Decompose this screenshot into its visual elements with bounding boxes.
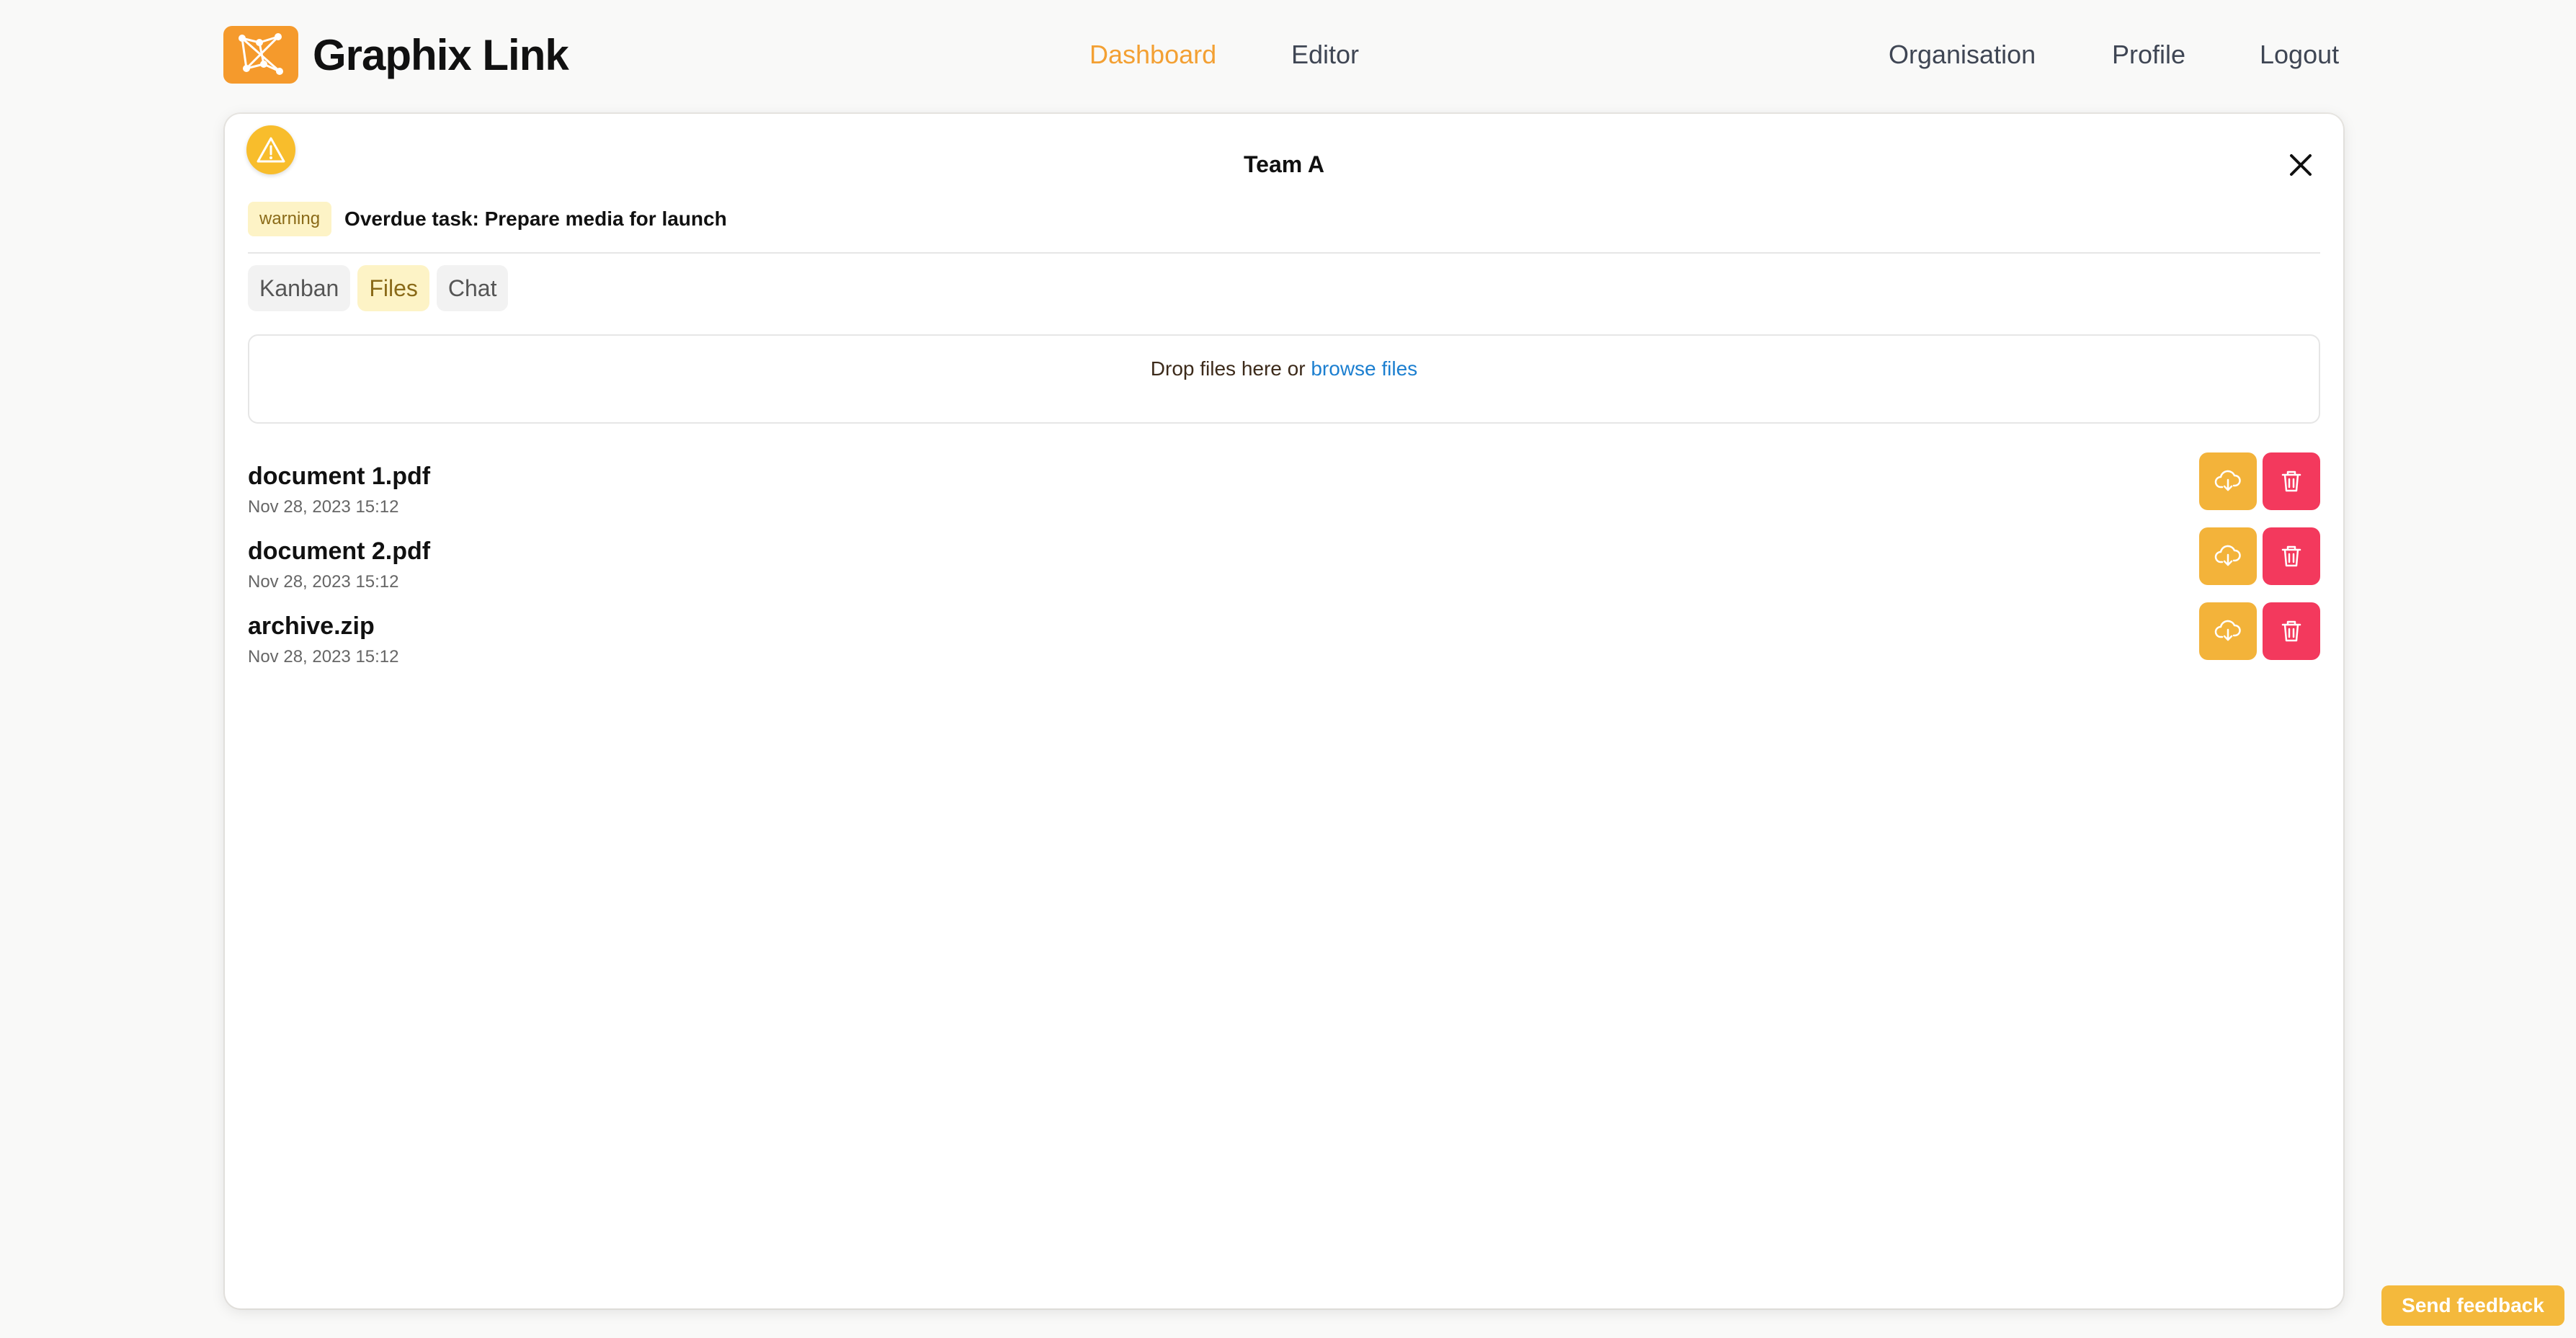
- browse-files-link[interactable]: browse files: [1311, 357, 1417, 380]
- file-date: Nov 28, 2023 15:12: [248, 647, 399, 666]
- cloud-download-icon: [2214, 620, 2241, 641]
- file-actions: [2199, 452, 2320, 510]
- trash-icon: [2281, 470, 2301, 492]
- alert-message: Overdue task: Prepare media for launch: [344, 208, 727, 230]
- tab-chat[interactable]: Chat: [436, 265, 509, 311]
- trash-icon: [2281, 620, 2301, 642]
- download-button[interactable]: [2199, 527, 2257, 585]
- top-navbar: Graphix Link Dashboard Editor Organisati…: [0, 0, 2576, 114]
- divider: [248, 252, 2320, 254]
- delete-button[interactable]: [2263, 527, 2320, 585]
- delete-button[interactable]: [2263, 452, 2320, 510]
- file-date: Nov 28, 2023 15:12: [248, 572, 399, 592]
- dropzone-text: Drop files here or: [1150, 357, 1306, 380]
- status-badge: warning: [248, 202, 332, 236]
- tab-files[interactable]: Files: [357, 265, 429, 311]
- cloud-download-icon: [2214, 545, 2241, 566]
- file-date: Nov 28, 2023 15:12: [248, 497, 399, 517]
- file-list: document 1.pdf Nov 28, 2023 15:12 docume…: [248, 452, 2320, 677]
- file-row: archive.zip Nov 28, 2023 15:12: [248, 602, 2320, 677]
- download-button[interactable]: [2199, 452, 2257, 510]
- panel-title: Team A: [1243, 151, 1325, 177]
- trash-icon: [2281, 545, 2301, 567]
- file-row: document 1.pdf Nov 28, 2023 15:12: [248, 452, 2320, 527]
- nav-organisation[interactable]: Organisation: [1889, 39, 2036, 71]
- network-graph-icon: [223, 26, 298, 84]
- tab-kanban[interactable]: Kanban: [248, 265, 351, 311]
- nav-profile[interactable]: Profile: [2112, 39, 2185, 71]
- download-button[interactable]: [2199, 602, 2257, 660]
- alert-row: warning Overdue task: Prepare media for …: [248, 202, 727, 236]
- cloud-download-icon: [2214, 470, 2241, 491]
- send-feedback-button[interactable]: Send feedback: [2381, 1285, 2564, 1326]
- nav-dashboard[interactable]: Dashboard: [1089, 39, 1216, 71]
- file-name: document 1.pdf: [248, 463, 431, 490]
- file-actions: [2199, 602, 2320, 660]
- brand[interactable]: Graphix Link: [223, 26, 569, 84]
- nav-editor[interactable]: Editor: [1291, 39, 1359, 71]
- team-panel: Team A warning Overdue task: Prepare med…: [225, 114, 2343, 1308]
- file-dropzone[interactable]: Drop files here or browse files: [248, 334, 2320, 424]
- file-name: archive.zip: [248, 612, 375, 640]
- file-actions: [2199, 527, 2320, 585]
- file-row: document 2.pdf Nov 28, 2023 15:12: [248, 527, 2320, 602]
- file-name: document 2.pdf: [248, 538, 431, 565]
- close-icon[interactable]: [2284, 148, 2317, 182]
- panel-tabs: Kanban Files Chat: [248, 265, 509, 311]
- nav-logout[interactable]: Logout: [2260, 39, 2339, 71]
- app-name: Graphix Link: [313, 30, 569, 79]
- delete-button[interactable]: [2263, 602, 2320, 660]
